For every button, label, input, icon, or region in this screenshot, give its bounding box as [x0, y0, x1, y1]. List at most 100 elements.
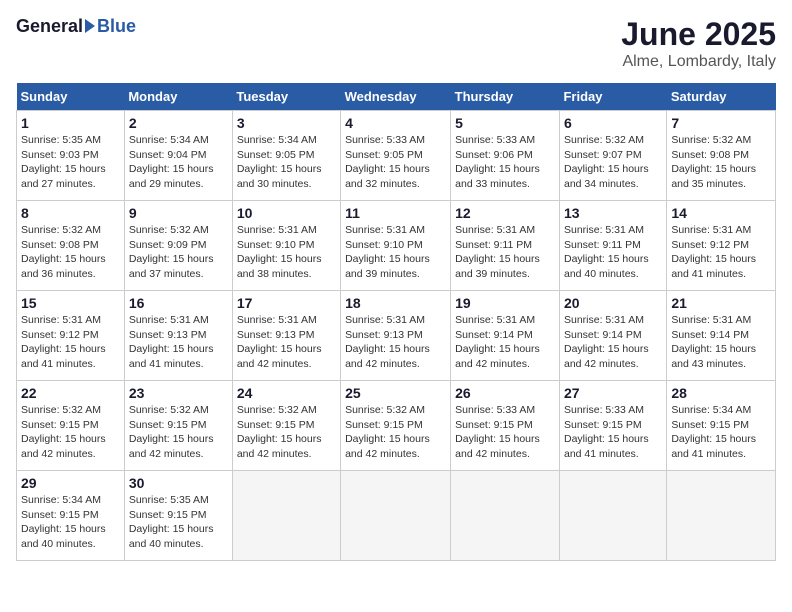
- day-info: Sunrise: 5:32 AMSunset: 9:08 PMDaylight:…: [671, 134, 756, 190]
- title-block: June 2025 Alme, Lombardy, Italy: [621, 16, 776, 71]
- day-info: Sunrise: 5:32 AMSunset: 9:15 PMDaylight:…: [345, 404, 430, 460]
- day-number: 1: [21, 115, 120, 131]
- header-wednesday: Wednesday: [341, 83, 451, 111]
- day-number: 13: [564, 205, 662, 221]
- day-number: 30: [129, 475, 228, 491]
- calendar-cell: 18 Sunrise: 5:31 AMSunset: 9:13 PMDaylig…: [341, 291, 451, 381]
- logo: General Blue: [16, 16, 136, 37]
- day-number: 11: [345, 205, 446, 221]
- calendar-cell: 2 Sunrise: 5:34 AMSunset: 9:04 PMDayligh…: [124, 111, 232, 201]
- day-number: 27: [564, 385, 662, 401]
- day-number: 10: [237, 205, 336, 221]
- calendar-cell: 11 Sunrise: 5:31 AMSunset: 9:10 PMDaylig…: [341, 201, 451, 291]
- day-number: 26: [455, 385, 555, 401]
- day-number: 21: [671, 295, 771, 311]
- calendar-row: 15 Sunrise: 5:31 AMSunset: 9:12 PMDaylig…: [17, 291, 776, 381]
- day-number: 8: [21, 205, 120, 221]
- calendar-cell: 3 Sunrise: 5:34 AMSunset: 9:05 PMDayligh…: [232, 111, 340, 201]
- header-friday: Friday: [559, 83, 666, 111]
- day-info: Sunrise: 5:32 AMSunset: 9:15 PMDaylight:…: [237, 404, 322, 460]
- header-monday: Monday: [124, 83, 232, 111]
- calendar-cell: 24 Sunrise: 5:32 AMSunset: 9:15 PMDaylig…: [232, 381, 340, 471]
- calendar-cell: 30 Sunrise: 5:35 AMSunset: 9:15 PMDaylig…: [124, 471, 232, 561]
- day-number: 5: [455, 115, 555, 131]
- day-number: 19: [455, 295, 555, 311]
- calendar-cell: 9 Sunrise: 5:32 AMSunset: 9:09 PMDayligh…: [124, 201, 232, 291]
- day-info: Sunrise: 5:33 AMSunset: 9:15 PMDaylight:…: [564, 404, 649, 460]
- day-info: Sunrise: 5:32 AMSunset: 9:07 PMDaylight:…: [564, 134, 649, 190]
- calendar-cell: 7 Sunrise: 5:32 AMSunset: 9:08 PMDayligh…: [667, 111, 776, 201]
- calendar-row: 29 Sunrise: 5:34 AMSunset: 9:15 PMDaylig…: [17, 471, 776, 561]
- calendar-cell: 23 Sunrise: 5:32 AMSunset: 9:15 PMDaylig…: [124, 381, 232, 471]
- day-info: Sunrise: 5:35 AMSunset: 9:15 PMDaylight:…: [129, 494, 214, 550]
- day-number: 3: [237, 115, 336, 131]
- day-info: Sunrise: 5:31 AMSunset: 9:11 PMDaylight:…: [455, 224, 540, 280]
- calendar-header-row: Sunday Monday Tuesday Wednesday Thursday…: [17, 83, 776, 111]
- logo-arrow-icon: [85, 19, 95, 33]
- calendar-cell: 6 Sunrise: 5:32 AMSunset: 9:07 PMDayligh…: [559, 111, 666, 201]
- calendar-cell: [232, 471, 340, 561]
- day-info: Sunrise: 5:34 AMSunset: 9:04 PMDaylight:…: [129, 134, 214, 190]
- day-info: Sunrise: 5:32 AMSunset: 9:15 PMDaylight:…: [129, 404, 214, 460]
- calendar-cell: 29 Sunrise: 5:34 AMSunset: 9:15 PMDaylig…: [17, 471, 125, 561]
- calendar-cell: [341, 471, 451, 561]
- day-info: Sunrise: 5:31 AMSunset: 9:14 PMDaylight:…: [564, 314, 649, 370]
- header-thursday: Thursday: [451, 83, 560, 111]
- calendar-cell: 13 Sunrise: 5:31 AMSunset: 9:11 PMDaylig…: [559, 201, 666, 291]
- calendar-cell: 1 Sunrise: 5:35 AMSunset: 9:03 PMDayligh…: [17, 111, 125, 201]
- day-number: 7: [671, 115, 771, 131]
- day-number: 28: [671, 385, 771, 401]
- calendar-cell: 20 Sunrise: 5:31 AMSunset: 9:14 PMDaylig…: [559, 291, 666, 381]
- calendar-table: Sunday Monday Tuesday Wednesday Thursday…: [16, 83, 776, 561]
- day-info: Sunrise: 5:32 AMSunset: 9:09 PMDaylight:…: [129, 224, 214, 280]
- calendar-cell: 12 Sunrise: 5:31 AMSunset: 9:11 PMDaylig…: [451, 201, 560, 291]
- day-info: Sunrise: 5:35 AMSunset: 9:03 PMDaylight:…: [21, 134, 106, 190]
- page-header: General Blue June 2025 Alme, Lombardy, I…: [16, 16, 776, 71]
- day-info: Sunrise: 5:32 AMSunset: 9:08 PMDaylight:…: [21, 224, 106, 280]
- day-info: Sunrise: 5:31 AMSunset: 9:13 PMDaylight:…: [237, 314, 322, 370]
- day-info: Sunrise: 5:31 AMSunset: 9:10 PMDaylight:…: [345, 224, 430, 280]
- day-info: Sunrise: 5:31 AMSunset: 9:11 PMDaylight:…: [564, 224, 649, 280]
- calendar-cell: 8 Sunrise: 5:32 AMSunset: 9:08 PMDayligh…: [17, 201, 125, 291]
- day-info: Sunrise: 5:31 AMSunset: 9:12 PMDaylight:…: [21, 314, 106, 370]
- day-info: Sunrise: 5:33 AMSunset: 9:06 PMDaylight:…: [455, 134, 540, 190]
- day-info: Sunrise: 5:31 AMSunset: 9:13 PMDaylight:…: [129, 314, 214, 370]
- calendar-cell: 25 Sunrise: 5:32 AMSunset: 9:15 PMDaylig…: [341, 381, 451, 471]
- calendar-cell: 4 Sunrise: 5:33 AMSunset: 9:05 PMDayligh…: [341, 111, 451, 201]
- calendar-cell: 21 Sunrise: 5:31 AMSunset: 9:14 PMDaylig…: [667, 291, 776, 381]
- day-number: 15: [21, 295, 120, 311]
- day-info: Sunrise: 5:33 AMSunset: 9:15 PMDaylight:…: [455, 404, 540, 460]
- calendar-cell: 10 Sunrise: 5:31 AMSunset: 9:10 PMDaylig…: [232, 201, 340, 291]
- header-saturday: Saturday: [667, 83, 776, 111]
- day-info: Sunrise: 5:34 AMSunset: 9:15 PMDaylight:…: [21, 494, 106, 550]
- day-number: 29: [21, 475, 120, 491]
- calendar-cell: 27 Sunrise: 5:33 AMSunset: 9:15 PMDaylig…: [559, 381, 666, 471]
- calendar-cell: 28 Sunrise: 5:34 AMSunset: 9:15 PMDaylig…: [667, 381, 776, 471]
- calendar-cell: 17 Sunrise: 5:31 AMSunset: 9:13 PMDaylig…: [232, 291, 340, 381]
- day-number: 20: [564, 295, 662, 311]
- calendar-cell: 22 Sunrise: 5:32 AMSunset: 9:15 PMDaylig…: [17, 381, 125, 471]
- day-number: 2: [129, 115, 228, 131]
- logo-blue-text: Blue: [97, 16, 136, 37]
- calendar-row: 8 Sunrise: 5:32 AMSunset: 9:08 PMDayligh…: [17, 201, 776, 291]
- calendar-cell: 15 Sunrise: 5:31 AMSunset: 9:12 PMDaylig…: [17, 291, 125, 381]
- day-info: Sunrise: 5:31 AMSunset: 9:14 PMDaylight:…: [455, 314, 540, 370]
- page-title: June 2025: [621, 16, 776, 53]
- calendar-cell: [559, 471, 666, 561]
- day-number: 9: [129, 205, 228, 221]
- day-info: Sunrise: 5:34 AMSunset: 9:15 PMDaylight:…: [671, 404, 756, 460]
- day-number: 17: [237, 295, 336, 311]
- day-info: Sunrise: 5:31 AMSunset: 9:12 PMDaylight:…: [671, 224, 756, 280]
- day-info: Sunrise: 5:33 AMSunset: 9:05 PMDaylight:…: [345, 134, 430, 190]
- logo-general-text: General: [16, 16, 83, 37]
- header-sunday: Sunday: [17, 83, 125, 111]
- day-number: 24: [237, 385, 336, 401]
- calendar-cell: [451, 471, 560, 561]
- day-info: Sunrise: 5:34 AMSunset: 9:05 PMDaylight:…: [237, 134, 322, 190]
- calendar-cell: 14 Sunrise: 5:31 AMSunset: 9:12 PMDaylig…: [667, 201, 776, 291]
- calendar-cell: 5 Sunrise: 5:33 AMSunset: 9:06 PMDayligh…: [451, 111, 560, 201]
- day-info: Sunrise: 5:31 AMSunset: 9:14 PMDaylight:…: [671, 314, 756, 370]
- calendar-cell: [667, 471, 776, 561]
- day-number: 25: [345, 385, 446, 401]
- day-info: Sunrise: 5:31 AMSunset: 9:13 PMDaylight:…: [345, 314, 430, 370]
